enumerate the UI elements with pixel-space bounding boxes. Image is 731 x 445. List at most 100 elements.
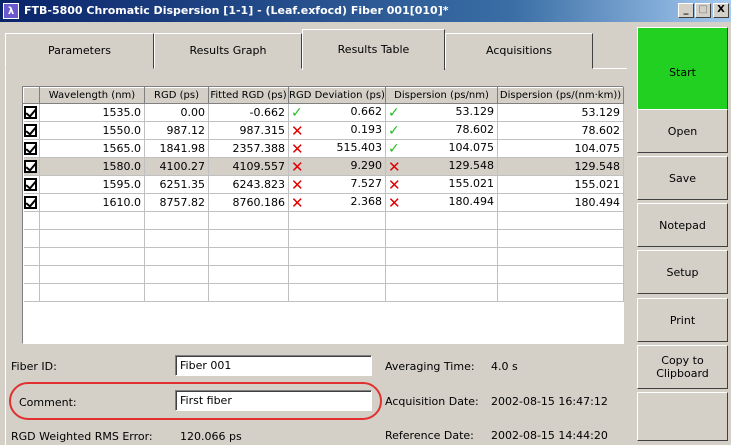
rms-error-label: RGD Weighted RMS Error:	[11, 430, 153, 443]
row-checkbox[interactable]	[23, 160, 37, 174]
row-checkbox-cell[interactable]	[23, 139, 40, 158]
table-row[interactable]: 1610.0 8757.82 8760.186 ✕ 2.368 ✕ 180.494 180.4…	[23, 193, 624, 212]
cell-rgd: 8757.82	[144, 193, 209, 212]
tab-acquisitions[interactable]: Acquisitions	[445, 33, 593, 69]
row-checkbox[interactable]	[23, 196, 37, 210]
minimize-button[interactable]: _	[678, 3, 694, 18]
table-row[interactable]: 1565.0 1841.98 2357.388 ✕ 515.403 ✓ 104.075 104…	[23, 139, 624, 158]
header-dispersion-km[interactable]: Dispersion (ps/(nm·km))	[497, 87, 624, 104]
empty-table-row[interactable]	[23, 283, 624, 302]
print-button[interactable]: Print	[637, 298, 728, 342]
pass-check-icon: ✓	[388, 122, 400, 139]
blank-sidebar-button[interactable]	[637, 392, 728, 441]
cell-wavelength: 1580.0	[39, 157, 145, 176]
empty-table-row[interactable]	[23, 211, 624, 230]
fail-cross-icon: ✕	[291, 139, 304, 158]
deviation-value: 0.193	[350, 122, 383, 136]
setup-button[interactable]: Setup	[637, 250, 728, 294]
tab-results-table[interactable]: Results Table	[302, 29, 445, 70]
dispersion-value: 53.129	[455, 104, 495, 118]
cell-rgd-deviation: ✕ 9.290	[288, 157, 386, 176]
averaging-time-value: 4.0 s	[491, 360, 518, 373]
window-title: FTB-5800 Chromatic Dispersion [1-1] - (L…	[24, 4, 449, 17]
title-bar: λ FTB-5800 Chromatic Dispersion [1-1] - …	[0, 0, 731, 22]
cell-rgd: 0.00	[144, 103, 209, 122]
acquisition-date-label: Acquisition Date:	[385, 395, 479, 408]
close-button[interactable]: X	[713, 3, 729, 18]
header-check[interactable]	[23, 87, 40, 104]
row-checkbox-cell[interactable]	[23, 103, 40, 122]
empty-table-row[interactable]	[23, 247, 624, 266]
dispersion-value: 104.075	[448, 140, 495, 154]
cell-rgd: 6251.35	[144, 175, 209, 194]
dispersion-value: 180.494	[448, 194, 495, 208]
table-row[interactable]: 1580.0 4100.27 4109.557 ✕ 9.290 ✕ 129.548 129.5…	[23, 157, 624, 176]
cell-dispersion: ✓ 53.129	[385, 103, 498, 122]
results-grid[interactable]: Wavelength (nm) RGD (ps) Fitted RGD (ps)…	[22, 86, 624, 344]
fail-cross-icon: ✕	[291, 193, 304, 212]
cell-wavelength: 1535.0	[39, 103, 145, 122]
grid-header-row: Wavelength (nm) RGD (ps) Fitted RGD (ps)…	[23, 87, 624, 104]
table-row[interactable]: 1535.0 0.00 -0.662 ✓ 0.662 ✓ 53.129 53.129	[23, 103, 624, 122]
cell-rgd-deviation: ✕ 7.527	[288, 175, 386, 194]
maximize-button[interactable]: □	[695, 3, 711, 18]
copy-label-line1: Copy to	[661, 354, 704, 367]
rms-error-value: 120.066 ps	[180, 430, 242, 443]
fail-cross-icon: ✕	[291, 121, 304, 140]
empty-table-row[interactable]	[23, 265, 624, 284]
empty-table-row[interactable]	[23, 229, 624, 248]
cell-rgd: 4100.27	[144, 157, 209, 176]
cell-rgd-deviation: ✕ 0.193	[288, 121, 386, 140]
cell-rgd: 1841.98	[144, 139, 209, 158]
cell-dispersion-km: 155.021	[497, 175, 624, 194]
copy-to-clipboard-button[interactable]: Copy to Clipboard	[637, 345, 728, 389]
reference-date-value: 2002-08-15 14:44:20	[491, 429, 608, 442]
cell-wavelength: 1595.0	[39, 175, 145, 194]
cell-dispersion: ✓ 78.602	[385, 121, 498, 140]
fail-cross-icon: ✕	[291, 157, 304, 176]
cell-rgd-deviation: ✕ 515.403	[288, 139, 386, 158]
row-checkbox-cell[interactable]	[23, 175, 40, 194]
row-checkbox[interactable]	[23, 124, 37, 138]
reference-date-label: Reference Date:	[385, 429, 474, 442]
cell-fitted-rgd: 4109.557	[208, 157, 289, 176]
cell-fitted-rgd: 987.315	[208, 121, 289, 140]
row-checkbox-cell[interactable]	[23, 157, 40, 176]
row-checkbox[interactable]	[23, 106, 37, 120]
deviation-value: 7.527	[350, 176, 383, 190]
fiber-id-field[interactable]: Fiber 001	[175, 355, 372, 376]
header-fitted-rgd[interactable]: Fitted RGD (ps)	[208, 87, 289, 104]
header-rgd-deviation[interactable]: RGD Deviation (ps)	[288, 87, 386, 104]
open-button[interactable]: Open	[637, 109, 728, 153]
dispersion-value: 78.602	[455, 122, 495, 136]
fail-cross-icon: ✕	[388, 157, 401, 176]
header-rgd[interactable]: RGD (ps)	[144, 87, 209, 104]
start-button[interactable]: Start	[637, 27, 728, 117]
fail-cross-icon: ✕	[291, 175, 304, 194]
cell-dispersion: ✕ 129.548	[385, 157, 498, 176]
table-row[interactable]: 1550.0 987.12 987.315 ✕ 0.193 ✓ 78.602 78.602	[23, 121, 624, 140]
cell-rgd-deviation: ✕ 2.368	[288, 193, 386, 212]
dispersion-value: 129.548	[448, 158, 495, 172]
header-dispersion[interactable]: Dispersion (ps/nm)	[385, 87, 498, 104]
acquisition-date-value: 2002-08-15 16:47:12	[491, 395, 608, 408]
tab-parameters[interactable]: Parameters	[5, 33, 154, 69]
row-checkbox-cell[interactable]	[23, 193, 40, 212]
row-checkbox[interactable]	[23, 142, 37, 156]
notepad-button[interactable]: Notepad	[637, 203, 728, 247]
cell-dispersion-km: 78.602	[497, 121, 624, 140]
row-checkbox[interactable]	[23, 178, 37, 192]
deviation-value: 0.662	[350, 104, 383, 118]
row-checkbox-cell[interactable]	[23, 121, 40, 140]
cell-dispersion: ✕ 180.494	[385, 193, 498, 212]
table-row[interactable]: 1595.0 6251.35 6243.823 ✕ 7.527 ✕ 155.021 155.0…	[23, 175, 624, 194]
cell-dispersion-km: 129.548	[497, 157, 624, 176]
pass-check-icon: ✓	[388, 140, 400, 157]
fiber-id-label: Fiber ID:	[11, 360, 57, 373]
save-button[interactable]: Save	[637, 156, 728, 200]
fail-cross-icon: ✕	[388, 193, 401, 212]
header-wavelength[interactable]: Wavelength (nm)	[39, 87, 145, 104]
cell-dispersion-km: 180.494	[497, 193, 624, 212]
cell-fitted-rgd: -0.662	[208, 103, 289, 122]
tab-results-graph[interactable]: Results Graph	[154, 33, 302, 69]
